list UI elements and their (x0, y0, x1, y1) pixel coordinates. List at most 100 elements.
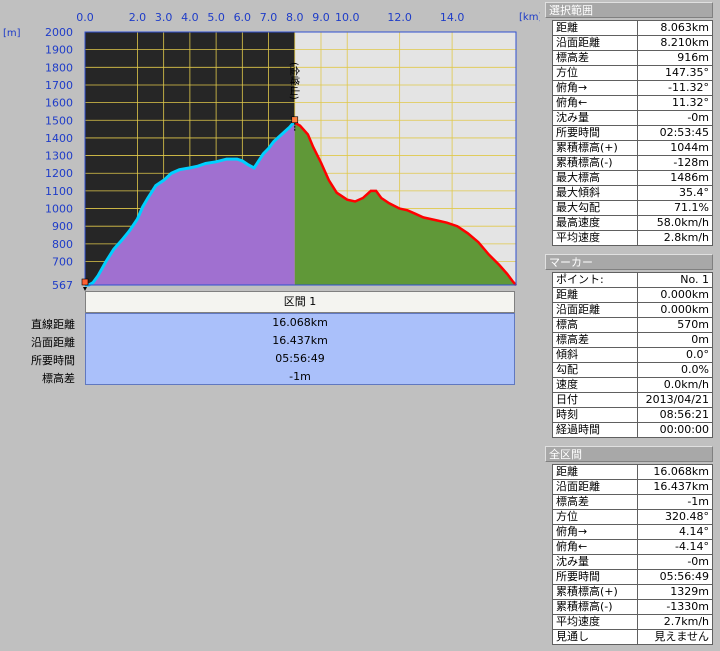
y-tick-label: 700 (52, 256, 73, 269)
panel-row-value: 570m (637, 317, 713, 333)
y-tick-label: 1200 (45, 167, 73, 180)
panel-table-selection: 距離 8.063km 沿面距離 8.210km 標高差 916m 方位 147.35° 俯角→ -… (552, 20, 713, 246)
y-tick-label: 1400 (45, 132, 73, 145)
x-tick-label: 10.0 (335, 11, 360, 24)
panel-row: 所要時間 05:56:49 (552, 569, 713, 585)
panel-row: 時刻 08:56:21 (552, 407, 713, 423)
interval-stat-label: 標高差 (42, 372, 75, 385)
panel-row: 距離 16.068km (552, 464, 713, 480)
panel-row: 最大勾配 71.1% (552, 200, 713, 216)
panel-row: 標高差 916m (552, 50, 713, 66)
panel-row-value: 00:00:00 (637, 422, 713, 438)
panel-row-label: 標高 (552, 317, 638, 333)
panel-table-marker: ポイント: No. 1 距離 0.000km 沿面距離 0.000km 標高 570m 標高差 0… (552, 272, 713, 438)
panel-row: 沈み量 -0m (552, 554, 713, 570)
panel-row-value: 0.0° (637, 347, 713, 363)
y-tick-label: 1800 (45, 61, 73, 74)
panel-row-value: 147.35° (637, 65, 713, 81)
panel-row-value: -1330m (637, 599, 713, 615)
panel-row: 沿面距離 16.437km (552, 479, 713, 495)
panel-row-label: 最高速度 (552, 215, 638, 231)
interval-header[interactable]: 区間 1 (85, 291, 515, 313)
panel-row-value: -0m (637, 110, 713, 126)
panel-row-label: 沿面距離 (552, 479, 638, 495)
panel-row-value: 0.0% (637, 362, 713, 378)
y-tick-label: 900 (52, 220, 73, 233)
panel-row: 俯角→ -11.32° (552, 80, 713, 96)
panel-row-label: 累積標高(-) (552, 599, 638, 615)
panel-title-total: 全区間 (545, 446, 713, 462)
panel-row-label: 標高差 (552, 332, 638, 348)
panel-row: 所要時間 02:53:45 (552, 125, 713, 141)
panel-row-value: 02:53:45 (637, 125, 713, 141)
x-tick-label: 8.0 (286, 11, 304, 24)
panel-row: 標高 570m (552, 317, 713, 333)
y-axis-ticks: 2000 1900 1800 1700 1600 1500 1400 1300 1200 1100… (45, 26, 73, 292)
panel-row: 平均速度 2.8km/h (552, 230, 713, 246)
panel-row-label: 最大標高 (552, 170, 638, 186)
panel-row-value: 0.000km (637, 287, 713, 303)
panel-row-label: 方位 (552, 509, 638, 525)
panel-row-value: 8.063km (637, 20, 713, 36)
interval-stat-label: 所要時間 (31, 354, 75, 367)
panel-row-value: 0.000km (637, 302, 713, 318)
y-tick-label: 1100 (45, 185, 73, 198)
x-tick-label: 2.0 (129, 11, 147, 24)
panel-row-label: 見通し (552, 629, 638, 645)
panel-row-label: 所要時間 (552, 125, 638, 141)
panel-row-value: -4.14° (637, 539, 713, 555)
panel-row-value: 05:56:49 (637, 569, 713, 585)
panel-row-label: 俯角→ (552, 80, 638, 96)
panel-row-label: 俯角← (552, 539, 638, 555)
panel-row-label: 最大勾配 (552, 200, 638, 216)
panel-row: 最大標高 1486m (552, 170, 713, 186)
interval-stat-label: 直線距離 (31, 318, 75, 331)
panel-table-total: 距離 16.068km 沿面距離 16.437km 標高差 -1m 方位 320.48° 俯角→… (552, 464, 713, 645)
y-tick-label: 1900 (45, 44, 73, 57)
panel-row: 最高速度 58.0km/h (552, 215, 713, 231)
panel-row: 距離 0.000km (552, 287, 713, 303)
y-tick-label: 1300 (45, 150, 73, 163)
elevation-profile-chart[interactable]: 0.0 2.0 3.0 4.0 5.0 6.0 7.0 8.0 9.0 10.0 12.0 14.0 … (0, 0, 540, 292)
x-tick-label: 7.0 (260, 11, 278, 24)
panel-row: 俯角← -4.14° (552, 539, 713, 555)
interval-stat-label: 沿面距離 (31, 336, 75, 349)
x-tick-label: 9.0 (312, 11, 330, 24)
panel-row-value: 2013/04/21 (637, 392, 713, 408)
panel-row-value: 16.437km (637, 479, 713, 495)
y-tick-label: 800 (52, 238, 73, 251)
panel-title-selection: 選択範囲 (545, 2, 713, 18)
panel-row: 累積標高(-) -1330m (552, 599, 713, 615)
panel-row: 経過時間 00:00:00 (552, 422, 713, 438)
panel-row-label: 最大傾斜 (552, 185, 638, 201)
panel-row: 最大傾斜 35.4° (552, 185, 713, 201)
panel-row-label: 累積標高(-) (552, 155, 638, 171)
panel-row-label: 距離 (552, 287, 638, 303)
interval-stat-value: 16.437km (272, 334, 328, 347)
start-marker-icon[interactable] (81, 278, 89, 291)
x-tick-label: 5.0 (207, 11, 225, 24)
y-tick-label: 1600 (45, 97, 73, 110)
panel-row-label: 平均速度 (552, 230, 638, 246)
y-tick-label: 1700 (45, 79, 73, 92)
panel-row-label: 時刻 (552, 407, 638, 423)
interval-stats-box: 16.068km 16.437km 05:56:49 -1m (85, 313, 515, 385)
y-tick-label: 2000 (45, 26, 73, 39)
panel-row: 見通し 見えません (552, 629, 713, 645)
panel-row: 距離 8.063km (552, 20, 713, 36)
panel-row: 速度 0.0km/h (552, 377, 713, 393)
panel-row: 沈み量 -0m (552, 110, 713, 126)
panel-row-value: -11.32° (637, 80, 713, 96)
panel-row: 俯角← 11.32° (552, 95, 713, 111)
panel-row-label: 標高差 (552, 50, 638, 66)
panel-row-label: 方位 (552, 65, 638, 81)
panel-row-value: 8.210km (637, 35, 713, 51)
panel-row-value: 2.7km/h (637, 614, 713, 630)
panel-row-label: 距離 (552, 464, 638, 480)
panel-row-value: 35.4° (637, 185, 713, 201)
panel-row-value: 16.068km (637, 464, 713, 480)
x-tick-label: 6.0 (234, 11, 252, 24)
x-axis-ticks: 0.0 2.0 3.0 4.0 5.0 6.0 7.0 8.0 9.0 10.0 12.0 14.0 (76, 11, 464, 24)
panel-row-value: 58.0km/h (637, 215, 713, 231)
x-axis-unit: [km] (519, 12, 540, 23)
